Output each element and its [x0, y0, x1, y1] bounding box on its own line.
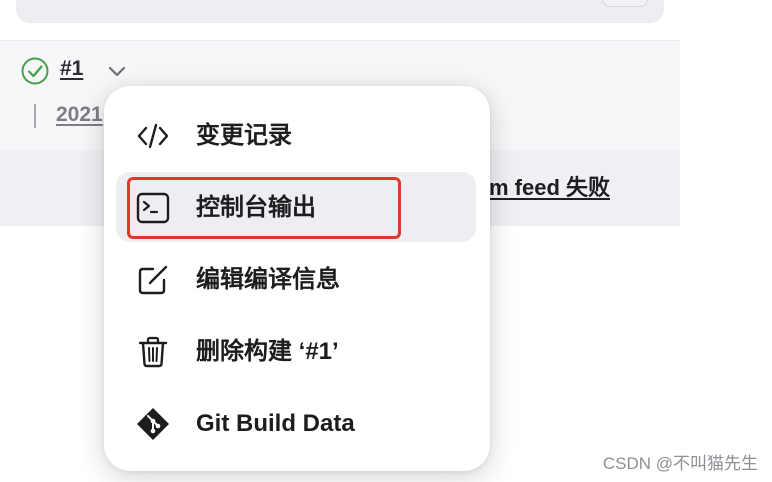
- menu-item-changes[interactable]: 变更记录: [116, 100, 476, 170]
- menu-item-edit-build-info[interactable]: 编辑编译信息: [116, 244, 476, 314]
- build-date-link[interactable]: 2021: [56, 102, 103, 128]
- build-context-menu: 变更记录 控制台输出 编辑编译信息 删除构建 ‘#1’ Git Build Da…: [104, 86, 490, 471]
- build-date-divider: [34, 104, 36, 128]
- menu-item-label: Git Build Data: [196, 410, 355, 437]
- git-icon: [137, 408, 169, 440]
- menu-item-label: 编辑编译信息: [196, 266, 340, 293]
- menu-item-label: 变更记录: [196, 122, 292, 149]
- input-action-button[interactable]: [602, 0, 648, 7]
- code-icon: [137, 123, 169, 149]
- trash-icon: [138, 336, 168, 368]
- menu-item-delete-build[interactable]: 删除构建 ‘#1’: [116, 316, 476, 386]
- build-failure-message[interactable]: m feed 失败: [489, 174, 610, 202]
- edit-icon: [138, 265, 168, 295]
- success-check-icon: [21, 57, 49, 85]
- menu-item-label: 删除构建 ‘#1’: [196, 338, 339, 365]
- menu-item-git-build-data[interactable]: Git Build Data: [116, 388, 476, 458]
- watermark: CSDN @不叫猫先生: [602, 454, 758, 473]
- build-number-link[interactable]: #1: [60, 56, 83, 82]
- highlight-annotation-box: [127, 177, 401, 239]
- search-input[interactable]: [16, 0, 664, 23]
- chevron-down-icon[interactable]: [106, 62, 128, 80]
